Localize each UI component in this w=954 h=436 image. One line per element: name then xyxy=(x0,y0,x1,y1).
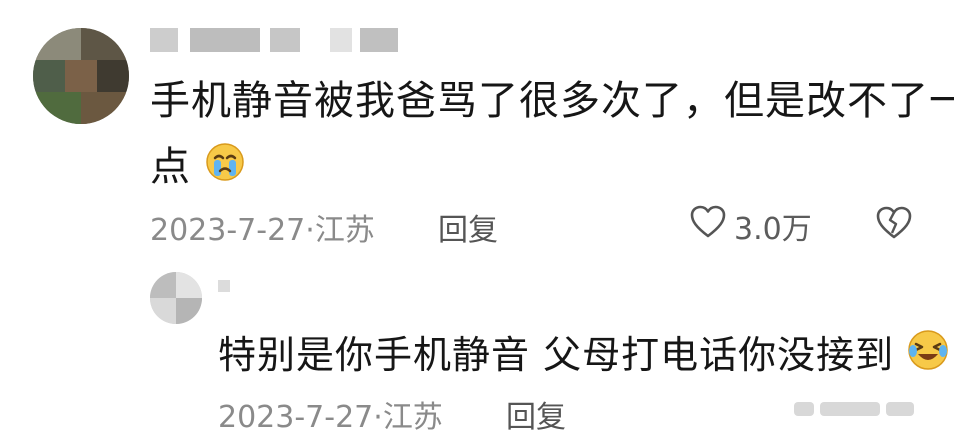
comment-meta: 2023-7-27·江苏 xyxy=(150,213,375,248)
crying-face-emoji xyxy=(205,136,245,202)
reply-location: 江苏 xyxy=(382,400,443,435)
reply-text: 特别是你手机静音 父母打电话你没接到 xyxy=(218,322,949,391)
comment-text-line-1: 手机静音被我爸骂了很多次了，但是改不了一 xyxy=(150,78,954,124)
commenter-avatar[interactable] xyxy=(33,28,129,124)
reply-meta: 2023-7-27·江苏 xyxy=(218,400,443,435)
comment-text-line-2: 点 xyxy=(150,144,191,190)
like-button[interactable]: 3.0万 xyxy=(690,204,812,248)
heart-outline-icon xyxy=(690,205,734,247)
like-count: 3.0万 xyxy=(734,212,812,247)
laughing-tears-emoji xyxy=(907,325,949,391)
broken-heart-icon xyxy=(876,206,912,244)
comment-location: 江苏 xyxy=(314,213,375,248)
comment-date: 2023-7-27 xyxy=(150,213,306,248)
comment-text: 手机静音被我爸骂了很多次了，但是改不了一 点 xyxy=(150,68,954,202)
commenter-username[interactable] xyxy=(150,28,400,52)
watermark xyxy=(794,402,914,416)
replier-username[interactable] xyxy=(218,280,238,292)
replier-avatar[interactable] xyxy=(150,272,202,324)
comment-reply-button[interactable]: 回复 xyxy=(438,205,498,249)
reply-date: 2023-7-27 xyxy=(218,400,374,435)
dislike-button[interactable] xyxy=(876,206,912,244)
reply-text-content: 特别是你手机静音 父母打电话你没接到 xyxy=(218,333,895,377)
reply-reply-button[interactable]: 回复 xyxy=(506,392,566,436)
